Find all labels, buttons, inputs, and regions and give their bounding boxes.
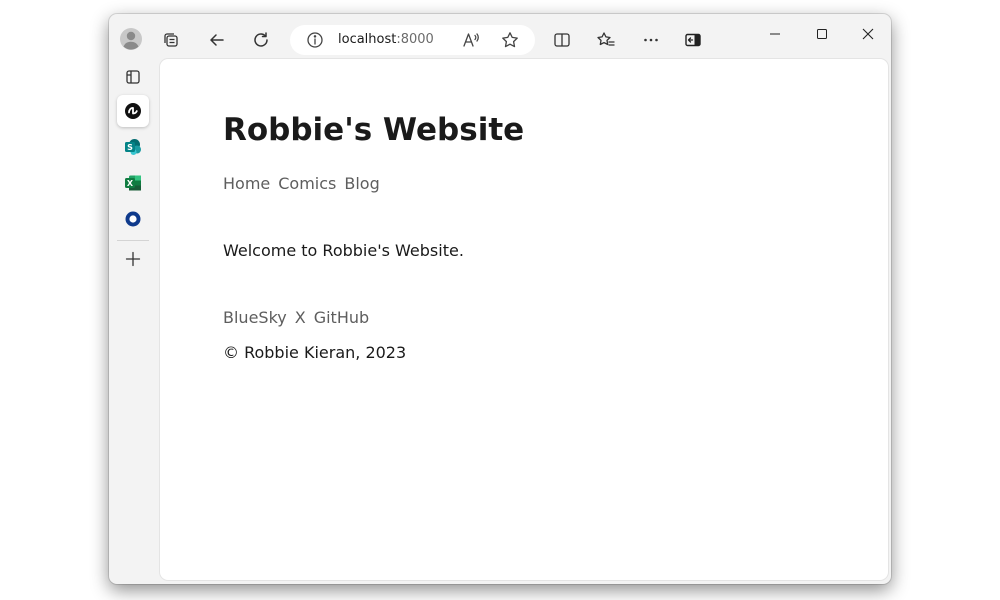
social-link-x[interactable]: X — [295, 308, 306, 327]
outlook-icon — [125, 211, 141, 227]
outlook-button[interactable] — [117, 203, 149, 235]
browser-window: localhost:8000 S X Robbie's Website Home… — [109, 14, 891, 584]
site-info-button[interactable] — [300, 25, 330, 55]
close-icon — [862, 28, 874, 40]
url-host: localhost — [338, 32, 397, 47]
copyright-text: © Robbie Kieran, 2023 — [223, 343, 407, 362]
excel-button[interactable]: X — [117, 167, 149, 199]
more-icon — [644, 38, 658, 42]
maximize-button[interactable] — [799, 20, 845, 48]
copilot-icon — [125, 103, 141, 119]
page-viewport: Robbie's Website Home Comics Blog Welcom… — [160, 59, 888, 580]
svg-text:S: S — [127, 143, 133, 152]
address-bar[interactable]: localhost:8000 — [290, 25, 535, 55]
favorites-button[interactable] — [591, 25, 621, 55]
minimize-button[interactable] — [752, 20, 798, 48]
excel-icon: X — [125, 175, 141, 191]
read-aloud-button[interactable] — [456, 25, 486, 55]
workspaces-icon — [164, 33, 178, 47]
copilot-button[interactable] — [117, 95, 149, 127]
sidebar-toggle-button[interactable] — [678, 25, 708, 55]
favorite-button[interactable] — [495, 25, 525, 55]
tab-actions-button[interactable] — [117, 61, 149, 93]
more-button[interactable] — [636, 25, 666, 55]
back-icon — [210, 34, 224, 46]
maximize-icon — [817, 29, 827, 39]
split-screen-button[interactable] — [547, 25, 577, 55]
sidebar-divider — [117, 240, 149, 241]
nav-link-blog[interactable]: Blog — [344, 174, 379, 193]
favorite-star-icon — [502, 32, 518, 48]
page-title: Robbie's Website — [223, 112, 525, 148]
sharepoint-icon: S — [125, 139, 141, 155]
nav-link-comics[interactable]: Comics — [278, 174, 336, 193]
social-link-github[interactable]: GitHub — [314, 308, 369, 327]
svg-text:X: X — [127, 179, 134, 188]
social-links: BlueSky X GitHub — [223, 308, 369, 327]
welcome-text: Welcome to Robbie's Website. — [223, 241, 464, 260]
refresh-icon — [254, 32, 268, 47]
tab-actions-icon — [126, 70, 140, 84]
add-sidebar-app-button[interactable] — [117, 243, 149, 275]
social-link-bluesky[interactable]: BlueSky — [223, 308, 287, 327]
nav-link-home[interactable]: Home — [223, 174, 270, 193]
add-icon — [125, 251, 141, 267]
workspaces-button[interactable] — [156, 25, 186, 55]
split-screen-icon — [554, 33, 570, 47]
back-button[interactable] — [202, 25, 232, 55]
favorites-icon — [597, 32, 615, 46]
site-info-icon — [307, 32, 323, 48]
profile-icon — [120, 28, 142, 50]
close-button[interactable] — [845, 20, 891, 48]
refresh-button[interactable] — [246, 25, 276, 55]
sidebar-toggle-icon — [685, 33, 701, 47]
sharepoint-button[interactable]: S — [117, 131, 149, 163]
url-port: :8000 — [396, 32, 434, 47]
minimize-icon — [770, 33, 780, 35]
address-bar-url[interactable]: localhost:8000 — [338, 32, 434, 47]
read-aloud-icon — [463, 33, 479, 47]
profile-button[interactable] — [116, 24, 146, 54]
site-nav: Home Comics Blog — [223, 174, 380, 193]
